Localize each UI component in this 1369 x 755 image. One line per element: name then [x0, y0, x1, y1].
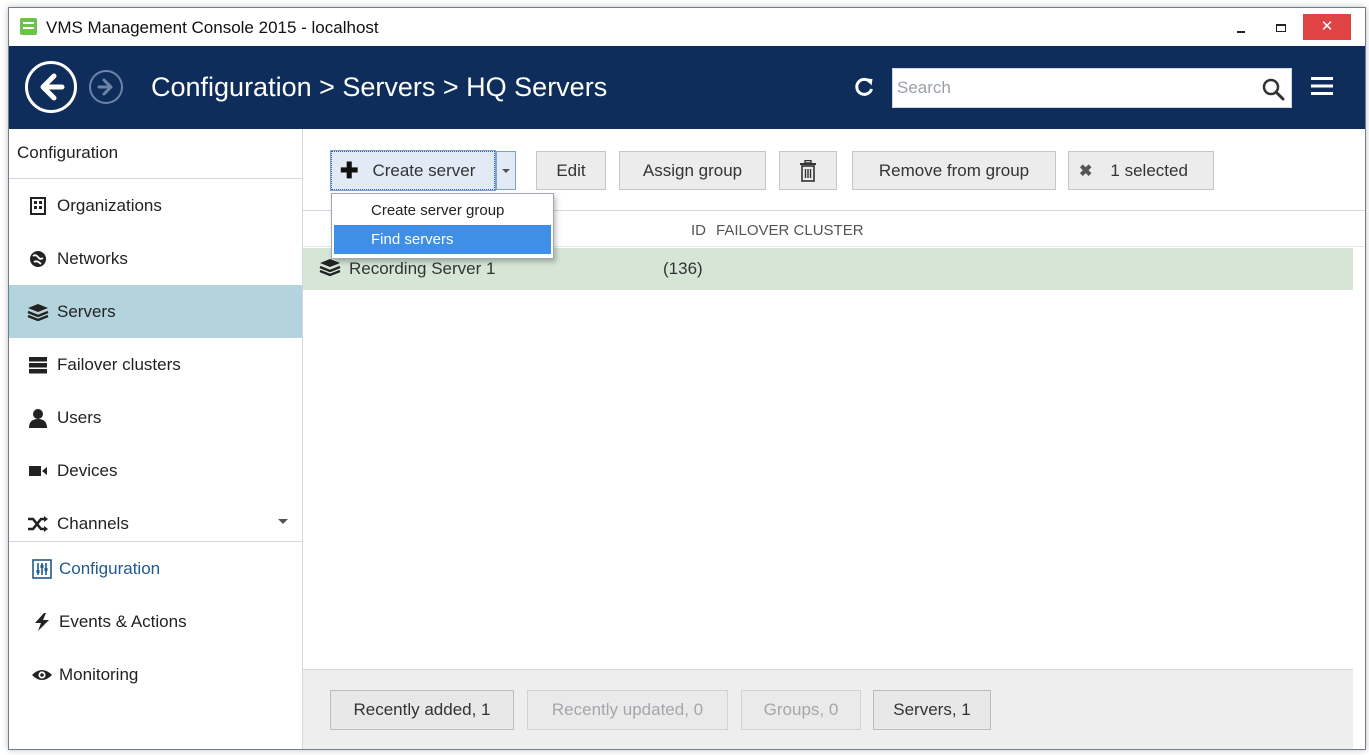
create-server-label: Create server [372, 160, 476, 180]
eye-icon [31, 664, 53, 686]
section-label: Monitoring [59, 664, 139, 684]
menu-item-create-server-group[interactable]: Create server group [334, 196, 551, 225]
chevron-down-icon [502, 168, 510, 173]
sidebar-item-label: Users [57, 407, 102, 427]
close-button[interactable]: ✕ [1303, 14, 1351, 40]
edit-button[interactable]: Edit [536, 151, 606, 190]
camera-icon [27, 460, 49, 482]
delete-button[interactable] [779, 151, 837, 190]
title-bar: VMS Management Console 2015 - localhost … [9, 8, 1365, 46]
create-server-button[interactable]: ✚ Create server [330, 150, 496, 191]
arrow-left-icon [40, 73, 65, 101]
minimize-icon [1237, 31, 1245, 34]
sidebar-item-devices[interactable]: Devices [9, 444, 302, 497]
create-dropdown-toggle[interactable] [496, 151, 516, 190]
chevron-down-icon[interactable] [278, 519, 288, 524]
arrow-right-icon [97, 78, 113, 96]
config-sliders-icon [31, 558, 53, 580]
app-header: Configuration > Servers > HQ Servers [9, 46, 1365, 129]
remove-from-group-button[interactable]: Remove from group [852, 151, 1056, 190]
filter-recently-added[interactable]: Recently added, 1 [330, 690, 514, 730]
search-input[interactable] [897, 69, 1257, 107]
refresh-icon[interactable] [853, 76, 875, 98]
filter-recently-updated: Recently updated, 0 [527, 690, 728, 730]
filter-groups: Groups, 0 [741, 690, 861, 730]
plus-icon: ✚ [340, 157, 359, 183]
sidebar-item-label: Devices [57, 460, 118, 480]
back-button[interactable] [25, 61, 77, 113]
column-header-id[interactable]: ID [691, 222, 706, 239]
search-box [892, 68, 1292, 108]
server-id: (136) [663, 259, 703, 278]
filter-servers[interactable]: Servers, 1 [873, 690, 991, 730]
trash-icon [800, 159, 816, 182]
network-globe-icon [27, 248, 49, 270]
section-switcher: Configuration Events & Actions Monitorin… [9, 541, 302, 701]
close-icon: ✕ [1320, 18, 1334, 35]
sidebar-item-networks[interactable]: Networks [9, 232, 302, 285]
clear-x-icon: ✖ [1079, 162, 1093, 180]
menu-item-find-servers[interactable]: Find servers [334, 225, 551, 254]
section-label: Events & Actions [59, 611, 187, 631]
sidebar-item-label: Networks [57, 248, 128, 268]
sidebar: Configuration Organizations Networks Ser… [9, 129, 303, 749]
maximize-button[interactable] [1261, 14, 1301, 40]
sidebar-item-organizations[interactable]: Organizations [9, 179, 302, 232]
search-icon[interactable] [1261, 77, 1285, 101]
column-header-failover-cluster[interactable]: FAILOVER CLUSTER [716, 222, 864, 239]
assign-group-button[interactable]: Assign group [619, 151, 766, 190]
sidebar-item-label: Servers [57, 301, 116, 321]
window-title: VMS Management Console 2015 - localhost [46, 18, 379, 37]
sidebar-item-label: Channels [57, 513, 129, 533]
create-dropdown-menu: Create server group Find servers [331, 193, 554, 259]
maximize-icon [1276, 24, 1286, 33]
user-icon [27, 407, 49, 429]
shuffle-icon [27, 513, 49, 535]
sidebar-item-label: Failover clusters [57, 354, 181, 374]
server-name: Recording Server 1 [349, 259, 496, 278]
sidebar-item-failover-clusters[interactable]: Failover clusters [9, 338, 302, 391]
minimize-button[interactable] [1221, 14, 1261, 40]
building-icon [27, 195, 49, 217]
clear-selection-button[interactable]: ✖ 1 selected [1068, 151, 1214, 190]
selected-count: 1 selected [1110, 160, 1188, 180]
forward-button[interactable] [89, 70, 123, 104]
hamburger-menu-icon[interactable] [1310, 75, 1334, 97]
app-logo-icon [20, 18, 37, 35]
app-window: VMS Management Console 2015 - localhost … [8, 7, 1366, 750]
section-events-actions[interactable]: Events & Actions [9, 595, 302, 648]
sidebar-item-users[interactable]: Users [9, 391, 302, 444]
sidebar-item-label: Organizations [57, 195, 162, 215]
sidebar-item-servers[interactable]: Servers [9, 285, 302, 338]
server-stack-icon [319, 258, 341, 280]
server-stack-icon [27, 301, 49, 323]
section-label: Configuration [59, 558, 161, 578]
section-monitoring[interactable]: Monitoring [9, 648, 302, 701]
cluster-icon [27, 354, 49, 376]
filter-bar: Recently added, 1 Recently updated, 0 Gr… [303, 669, 1353, 749]
sidebar-heading: Configuration [9, 129, 302, 179]
lightning-icon [31, 611, 53, 633]
section-configuration[interactable]: Configuration [9, 542, 302, 595]
breadcrumb: Configuration > Servers > HQ Servers [151, 72, 608, 102]
